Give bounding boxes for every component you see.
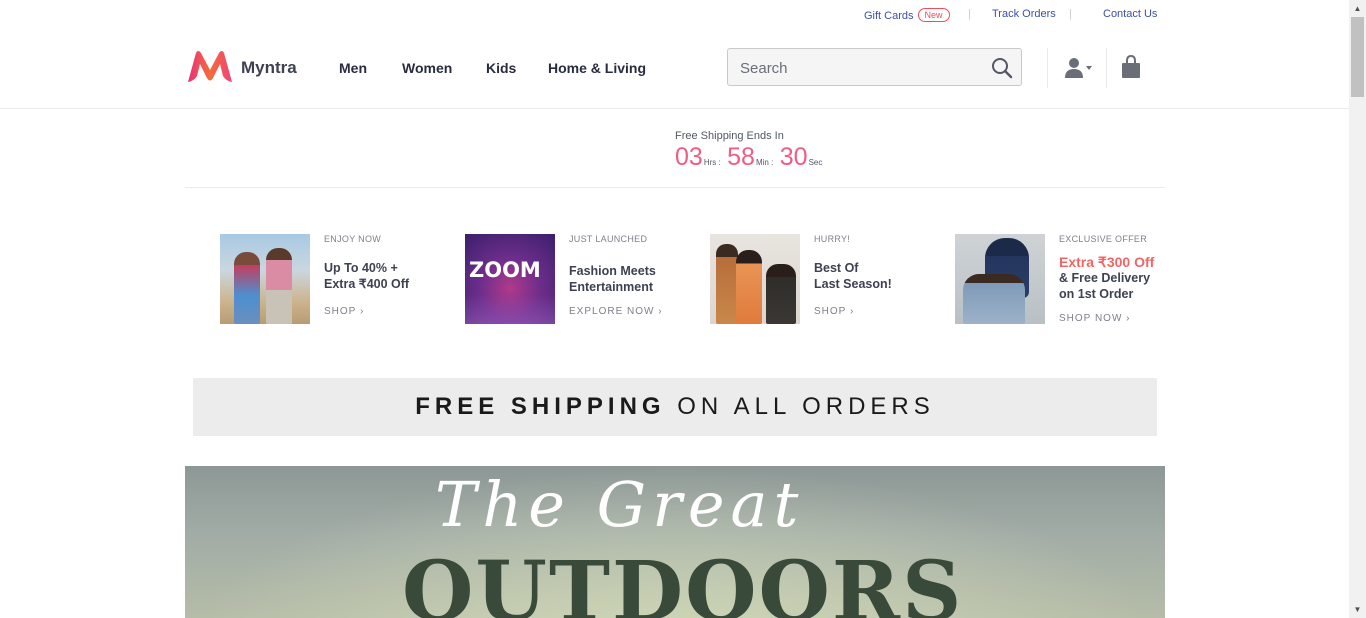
hours-unit: Hrs :	[703, 158, 721, 167]
promo-line: Entertainment	[569, 280, 654, 294]
promo-title: Extra ₹300 Off & Free Delivery on 1st Or…	[1059, 254, 1154, 302]
offer-headline: Extra ₹300 Off	[1059, 254, 1155, 270]
cta-label: SHOP NOW	[1059, 313, 1123, 324]
promo-image[interactable]	[955, 234, 1045, 324]
cta-label: EXPLORE NOW	[569, 306, 655, 317]
free-shipping-banner[interactable]: FREE SHIPPING ON ALL ORDERS	[193, 378, 1157, 436]
promo-line: Last Season!	[814, 277, 892, 291]
main-header: Myntra Men Women Kids Home & Living	[0, 30, 1349, 109]
promo-tile[interactable]: ZOOM JUST LAUNCHED Fashion Meets Enterta…	[465, 234, 685, 326]
gift-cards-link[interactable]: Gift Cards New	[864, 8, 950, 22]
countdown-seconds: 30	[779, 143, 808, 171]
track-orders-link[interactable]: Track Orders	[992, 8, 1056, 20]
countdown-hours: 03	[675, 143, 703, 171]
promo-tile[interactable]: EXCLUSIVE OFFER Extra ₹300 Off & Free De…	[955, 234, 1165, 326]
banner-bold-text: FREE SHIPPING	[415, 393, 666, 420]
promo-title: Fashion Meets Entertainment	[569, 263, 656, 295]
countdown-label: Free Shipping Ends In	[675, 130, 784, 142]
scroll-down-arrow-icon[interactable]: ▼	[1349, 601, 1366, 618]
promo-line: on 1st Order	[1059, 287, 1134, 301]
promo-tag: ENJOY NOW	[324, 234, 382, 244]
nav-home-living[interactable]: Home & Living	[548, 60, 646, 76]
shop-now-link[interactable]: SHOP NOW ›	[1059, 313, 1131, 324]
nav-men[interactable]: Men	[339, 60, 367, 76]
nav-kids[interactable]: Kids	[486, 60, 516, 76]
utility-bar: Gift Cards New | Track Orders | Contact U…	[0, 0, 1349, 30]
new-badge: New	[917, 8, 950, 22]
minutes-unit: Min :	[755, 158, 774, 167]
search-box[interactable]	[727, 48, 1022, 86]
promo-line: Best Of	[814, 261, 859, 275]
hero-main-title: OUTDOORS	[402, 544, 964, 618]
explore-link[interactable]: EXPLORE NOW ›	[569, 306, 663, 317]
hero-script-title: The Great	[435, 468, 805, 541]
promo-title: Best Of Last Season!	[814, 260, 892, 292]
chevron-down-icon	[1086, 66, 1092, 70]
search-input[interactable]	[738, 57, 982, 79]
divider	[1106, 48, 1107, 88]
myntra-logo-icon[interactable]	[186, 50, 234, 84]
seconds-unit: Sec	[808, 158, 823, 167]
scrollbar-thumb[interactable]	[1351, 17, 1364, 97]
zoom-logo: ZOOM	[469, 258, 541, 282]
countdown-minutes: 58	[727, 143, 755, 171]
contact-us-link[interactable]: Contact Us	[1103, 8, 1157, 20]
promo-image[interactable]	[710, 234, 800, 324]
page-scrollbar[interactable]: ▲ ▼	[1349, 0, 1366, 618]
promo-line: Up To 40% +	[324, 261, 398, 275]
banner-light-text: ON ALL ORDERS	[677, 393, 935, 420]
promo-tile[interactable]: ENJOY NOW Up To 40% + Extra ₹400 Off SHO…	[220, 234, 440, 326]
user-profile-icon[interactable]	[1064, 56, 1094, 80]
promo-tile[interactable]: HURRY! Best Of Last Season! SHOP ›	[710, 234, 930, 326]
cta-label: SHOP	[324, 306, 357, 317]
chevron-right-icon: ›	[359, 306, 365, 317]
promo-title: Up To 40% + Extra ₹400 Off	[324, 260, 409, 292]
divider	[185, 187, 1165, 188]
promo-tag: HURRY!	[814, 234, 851, 244]
promo-image[interactable]	[220, 234, 310, 324]
scroll-up-arrow-icon[interactable]: ▲	[1349, 0, 1366, 17]
promo-line: Extra ₹400 Off	[324, 277, 410, 291]
shipping-countdown: Free Shipping Ends In 03Hrs : 58Min : 30…	[675, 130, 824, 172]
shopping-bag-icon[interactable]	[1121, 55, 1141, 79]
divider	[1047, 48, 1048, 88]
brand-name[interactable]: Myntra	[241, 58, 297, 78]
promo-image[interactable]: ZOOM	[465, 234, 555, 324]
shop-link[interactable]: SHOP ›	[324, 306, 364, 317]
search-icon[interactable]	[991, 57, 1013, 79]
cta-label: SHOP	[814, 306, 847, 317]
gift-cards-label: Gift Cards	[864, 10, 914, 22]
separator: |	[968, 8, 971, 20]
chevron-right-icon: ›	[849, 306, 855, 317]
promo-line: & Free Delivery	[1059, 271, 1151, 285]
promo-line: Fashion Meets	[569, 264, 656, 278]
promo-tag: JUST LAUNCHED	[569, 234, 648, 244]
hero-banner[interactable]: The Great OUTDOORS	[185, 466, 1165, 618]
promo-tag: EXCLUSIVE OFFER	[1059, 234, 1148, 244]
chevron-right-icon: ›	[658, 306, 663, 317]
chevron-right-icon: ›	[1126, 313, 1131, 324]
separator: |	[1069, 8, 1072, 20]
shop-link[interactable]: SHOP ›	[814, 306, 854, 317]
nav-women[interactable]: Women	[402, 60, 452, 76]
